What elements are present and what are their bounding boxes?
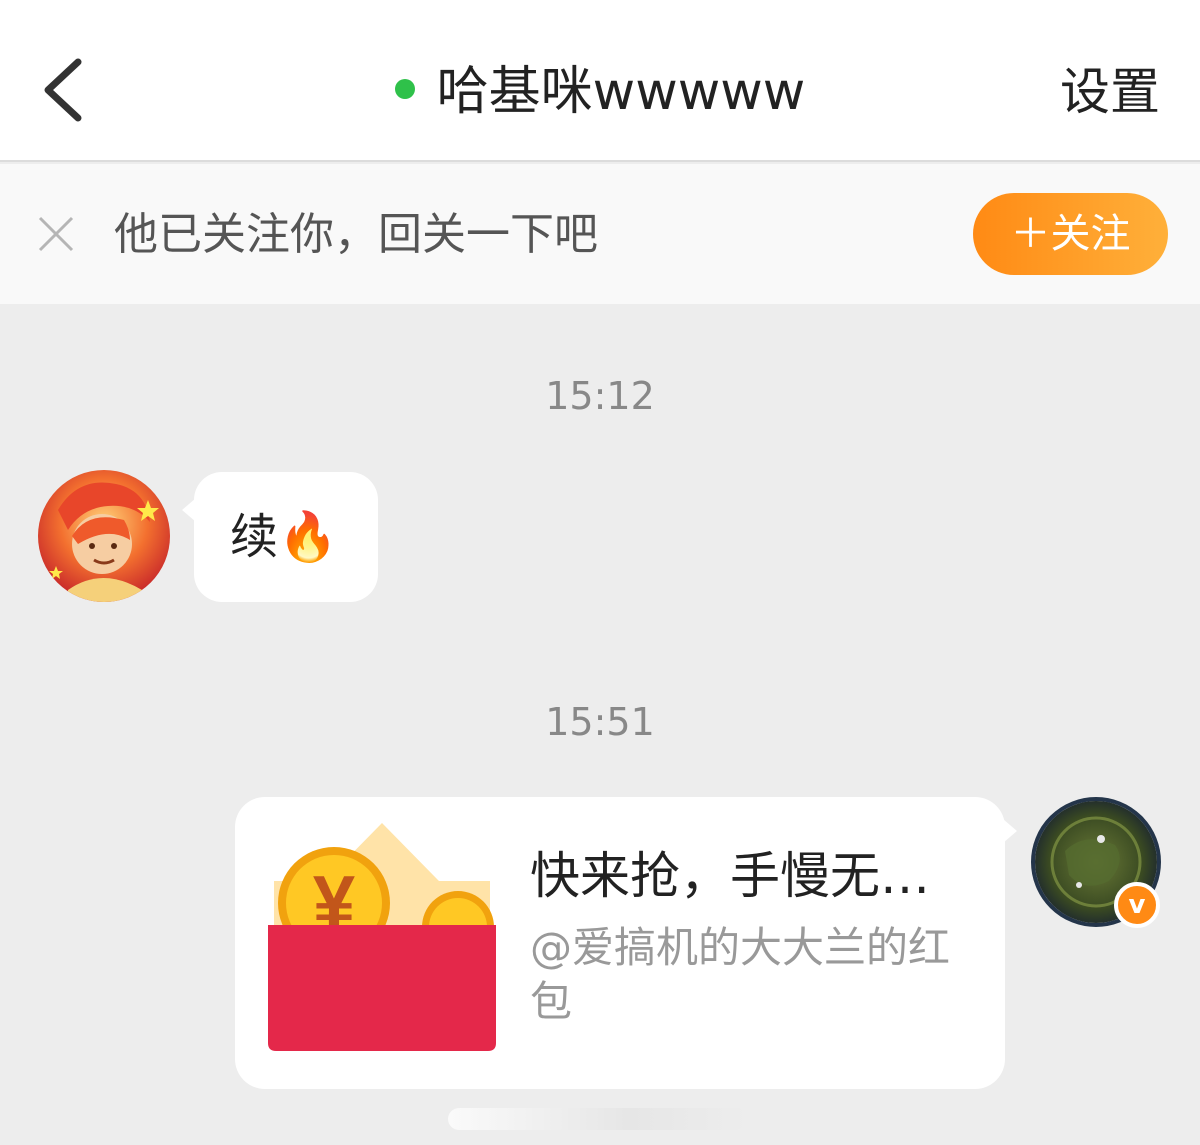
chat-title: 哈基咪wwwww [0, 58, 1200, 126]
message-text: 续🔥 [230, 509, 338, 565]
red-packet-card[interactable]: ¥ 快来抢，手慢无… @爱搞机的大大兰的红包 [235, 797, 1017, 1089]
bubble-tail [182, 498, 196, 522]
red-packet-title: 快来抢，手慢无… [530, 847, 930, 905]
bubble-tail [1003, 819, 1017, 843]
red-packet-subtitle: @爱搞机的大大兰的红包 [530, 923, 951, 1026]
message-timestamp: 15:51 [545, 700, 655, 744]
red-packet-icon: ¥ [268, 823, 496, 1051]
chat-header: 哈基咪wwwww 设置 [0, 0, 1200, 162]
message-timestamp: 15:12 [545, 374, 655, 418]
input-bar-edge [448, 1108, 748, 1130]
settings-button[interactable]: 设置 [1060, 58, 1160, 126]
chat-title-text: 哈基咪wwwww [436, 62, 806, 122]
avatar-illustration [38, 470, 170, 602]
verified-v-icon: v [1114, 882, 1160, 928]
follow-button[interactable]: ＋关注 [973, 193, 1168, 275]
close-icon[interactable] [36, 214, 76, 254]
avatar[interactable] [38, 470, 170, 602]
online-status-dot [394, 79, 415, 99]
message-bubble-received[interactable]: 续🔥 [182, 472, 378, 602]
follow-notice-text: 他已关注你，回关一下吧 [114, 209, 598, 260]
